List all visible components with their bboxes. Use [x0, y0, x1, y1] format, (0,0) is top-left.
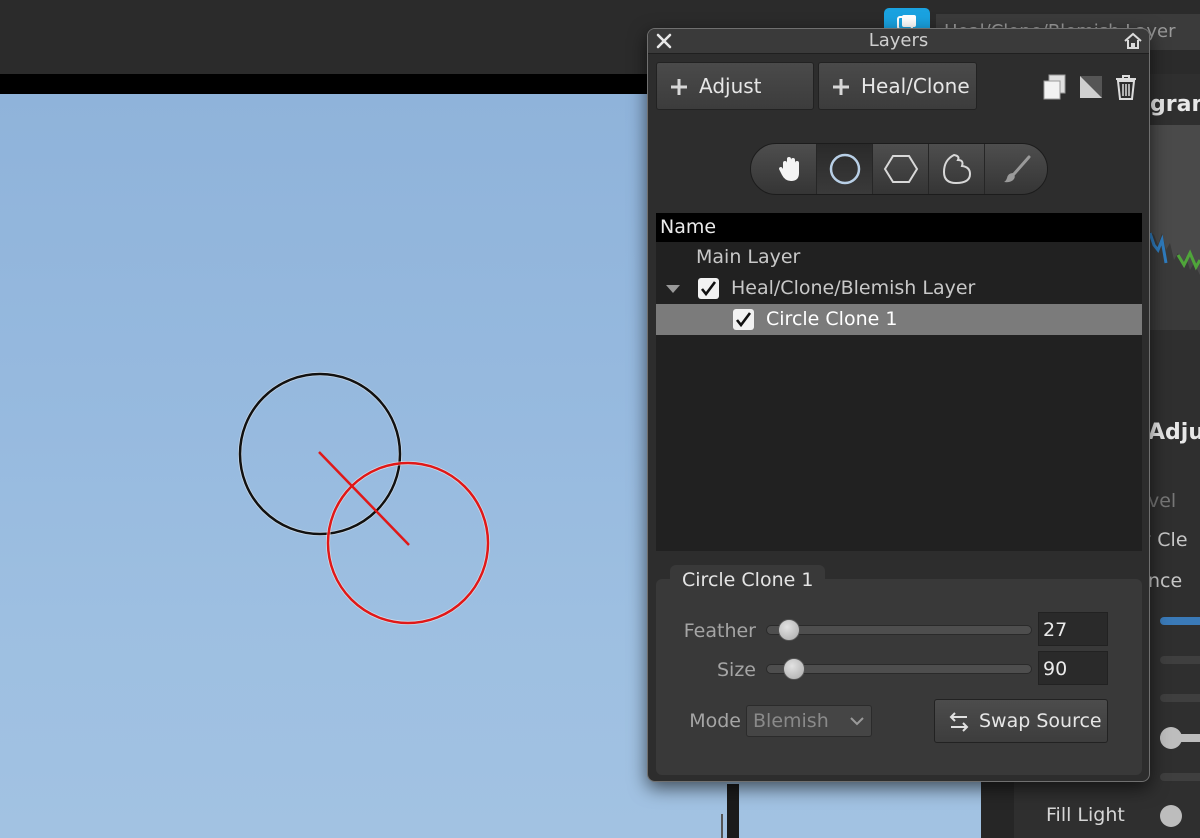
window-titlebar[interactable]: Layers — [648, 29, 1149, 54]
freehand-icon — [942, 153, 971, 185]
feather-value-field[interactable]: 27 — [1038, 612, 1108, 646]
tool-freehand[interactable] — [929, 144, 985, 194]
brush-icon — [1004, 155, 1031, 183]
swap-arrows-icon — [949, 712, 969, 732]
layer-row-main[interactable]: Main Layer — [656, 242, 1142, 273]
chevron-down-icon — [850, 717, 864, 726]
tool-circle[interactable] — [817, 144, 873, 194]
layer-visibility-checkbox[interactable] — [733, 309, 754, 330]
layer-label: Main Layer — [696, 246, 801, 268]
feather-slider[interactable] — [766, 625, 1032, 635]
window-title: Layers — [868, 30, 929, 51]
size-value-field[interactable]: 90 — [1038, 651, 1108, 685]
side-slider-1[interactable] — [1160, 617, 1200, 625]
layer-label: Circle Clone 1 — [766, 308, 898, 330]
histogram-heading: gram — [1150, 92, 1200, 117]
list-header-name[interactable]: Name — [656, 213, 1142, 242]
swap-source-label: Swap Source — [979, 710, 1102, 732]
side-slider-3[interactable] — [1160, 694, 1200, 702]
size-slider-knob[interactable] — [783, 658, 806, 680]
add-heal-clone-layer-button[interactable]: Heal/Clone — [818, 62, 977, 110]
mask-icon[interactable] — [1078, 73, 1104, 101]
clone-properties-panel: Circle Clone 1 Feather 27 Size 90 Mode B… — [656, 565, 1142, 775]
layer-row-heal-clone[interactable]: Heal/Clone/Blemish Layer — [656, 273, 1142, 304]
add-adjust-label: Adjust — [699, 74, 762, 98]
polygon-icon — [883, 155, 918, 183]
tool-brush[interactable] — [985, 144, 1047, 194]
checkmark-icon — [700, 281, 717, 297]
side-slider-5[interactable] — [1160, 773, 1200, 781]
mode-label: Mode — [689, 710, 741, 732]
plus-icon — [671, 79, 687, 95]
duplicate-layer-icon[interactable] — [1042, 73, 1068, 101]
layers-list: Name Main Layer Heal/Clone/Blemish Layer… — [656, 213, 1142, 551]
add-heal-clone-label: Heal/Clone — [861, 74, 970, 98]
feather-slider-knob[interactable] — [778, 619, 801, 641]
tool-polygon[interactable] — [873, 144, 929, 194]
disclosure-triangle-icon[interactable] — [666, 285, 680, 293]
swap-source-button[interactable]: Swap Source — [934, 699, 1108, 743]
mode-select[interactable]: Blemish — [746, 705, 872, 737]
circle-icon — [829, 153, 860, 185]
plus-icon — [833, 79, 849, 95]
home-icon[interactable] — [1123, 31, 1143, 51]
add-adjust-layer-button[interactable]: Adjust — [656, 62, 814, 110]
properties-title: Circle Clone 1 — [670, 565, 826, 595]
side-label-balance: nce — [1148, 570, 1183, 592]
histogram — [1148, 125, 1200, 330]
adjustments-heading: Adju — [1148, 420, 1200, 445]
checkmark-icon — [735, 312, 752, 328]
fill-light-label: Fill Light — [1046, 804, 1125, 826]
layer-visibility-checkbox[interactable] — [698, 278, 719, 299]
size-slider[interactable] — [766, 664, 1032, 674]
side-slider-4-knob[interactable] — [1160, 727, 1182, 749]
side-slider-2[interactable] — [1160, 656, 1200, 664]
side-label-level: vel — [1148, 490, 1177, 512]
layer-row-circle-clone[interactable]: Circle Clone 1 — [656, 304, 1142, 335]
mask-tool-group — [750, 143, 1048, 195]
tool-hand[interactable] — [763, 144, 817, 194]
feather-label: Feather — [683, 620, 756, 642]
layer-label: Heal/Clone/Blemish Layer — [731, 277, 976, 299]
hand-icon — [778, 157, 799, 181]
size-label: Size — [716, 659, 756, 681]
layers-window: Layers Adjust Heal/Clone Name Main Layer… — [647, 28, 1150, 782]
trash-icon[interactable] — [1113, 73, 1139, 101]
mode-value: Blemish — [753, 710, 829, 732]
fill-light-knob[interactable] — [1160, 805, 1182, 827]
